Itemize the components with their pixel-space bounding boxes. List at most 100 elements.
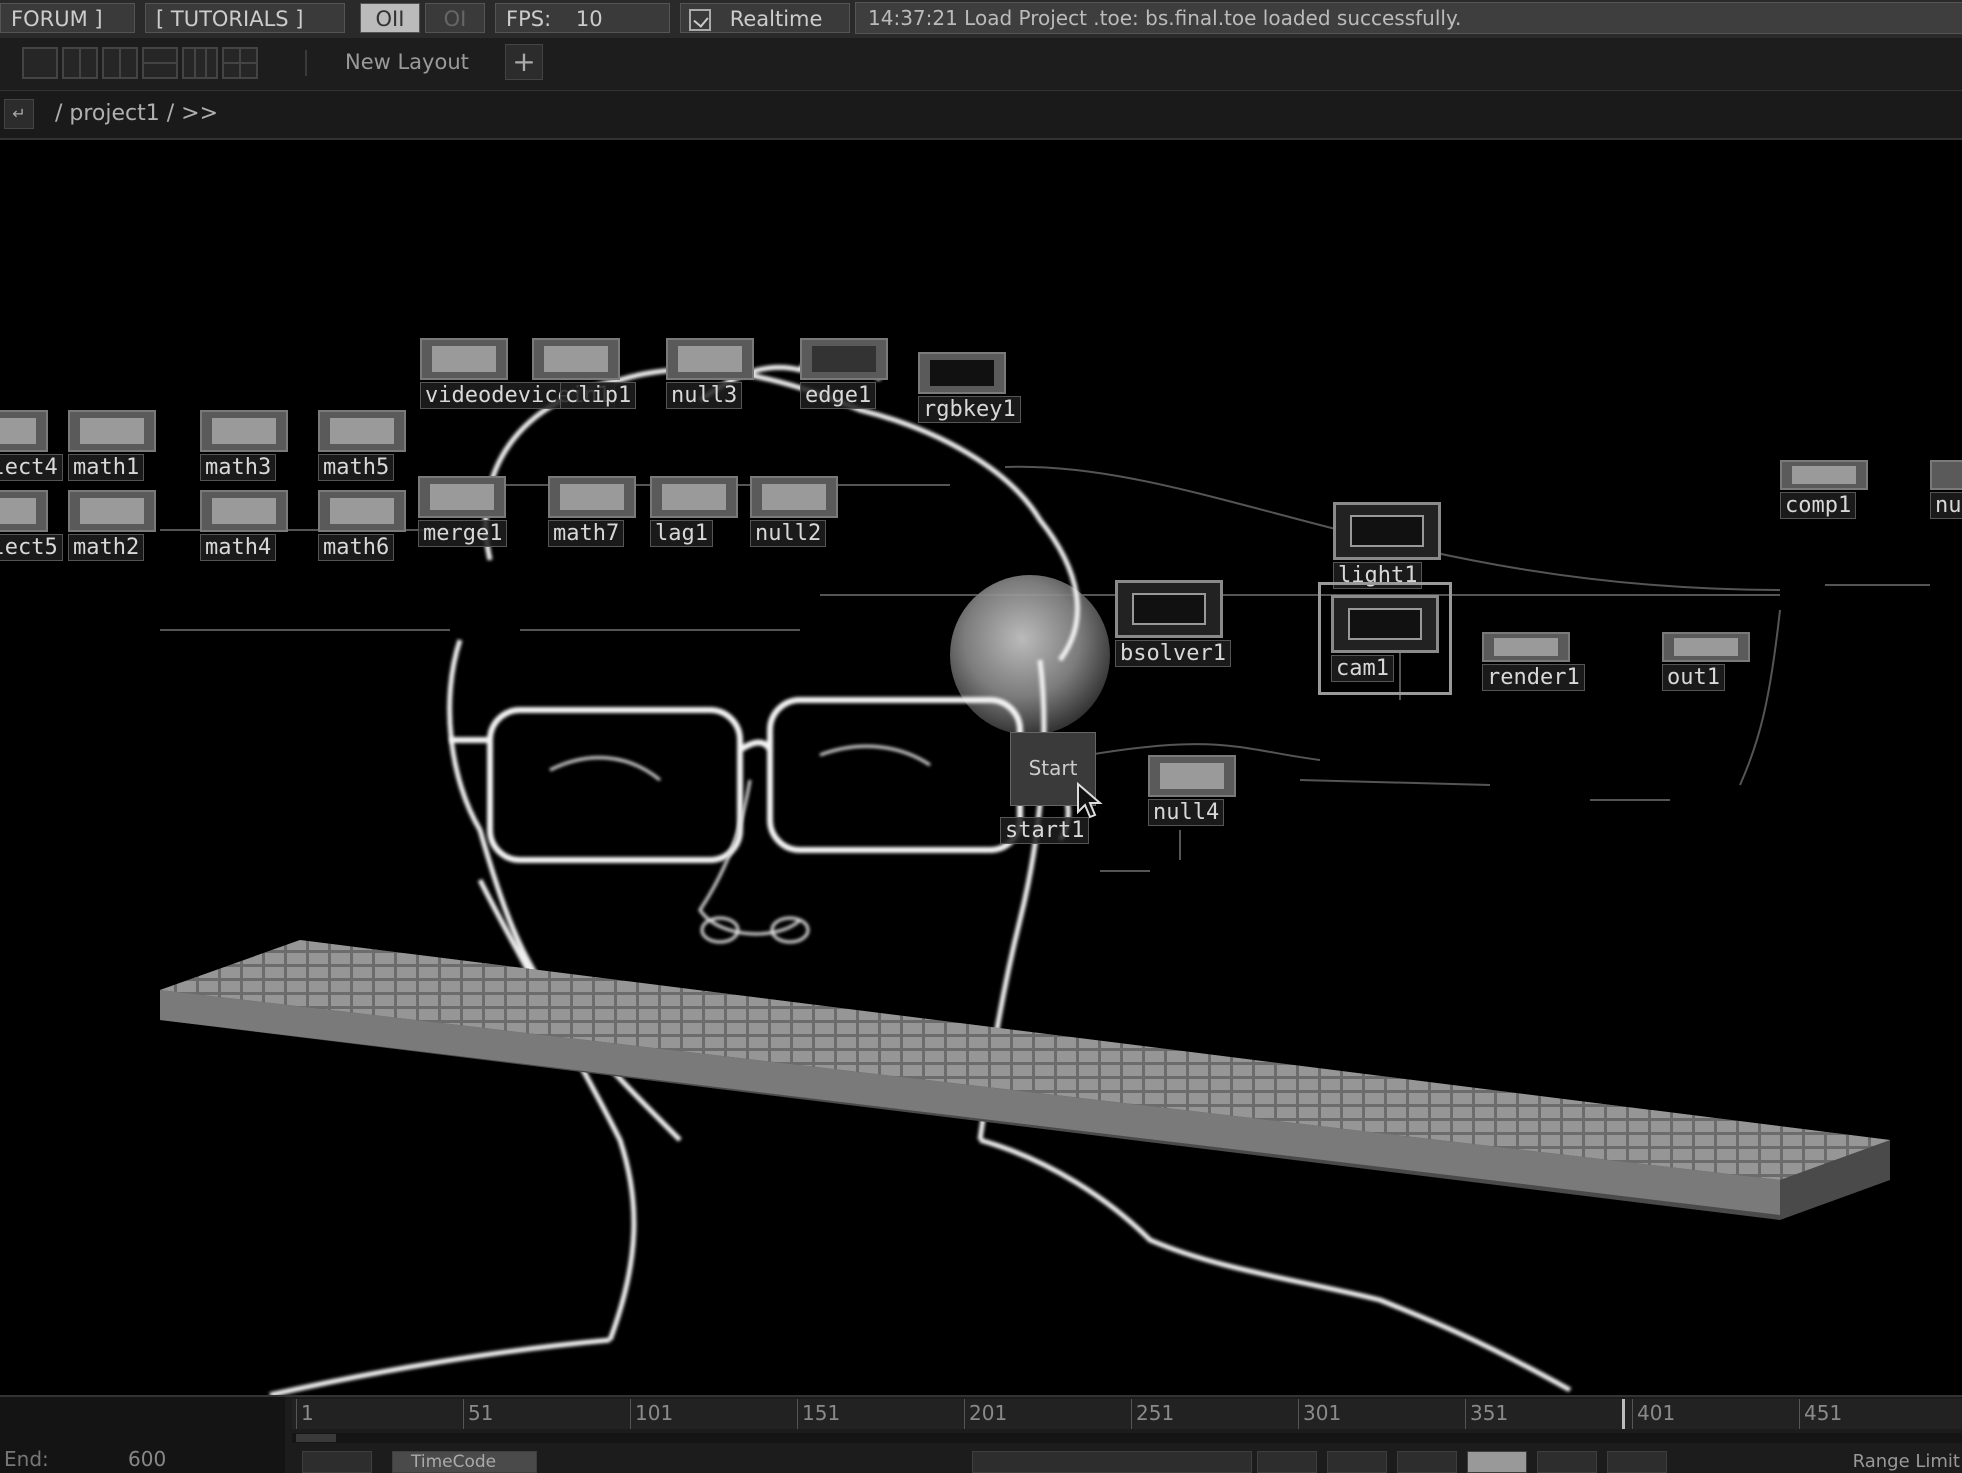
sphere-render	[950, 575, 1110, 735]
node-label: math1	[68, 454, 145, 481]
node-math4[interactable]: math4	[200, 490, 288, 561]
ruler-tick: 101	[630, 1399, 673, 1429]
mouse-cursor-icon	[1077, 782, 1103, 819]
ruler-tick: 401	[1632, 1399, 1675, 1429]
node-cam1[interactable]: cam1	[1318, 582, 1452, 695]
node-label: math4	[200, 534, 277, 561]
layout-single-icon[interactable]	[22, 47, 58, 79]
breadcrumb[interactable]: / project1 / >>	[55, 101, 218, 126]
node-label: math7	[548, 520, 625, 547]
timeline-scrollbar[interactable]	[292, 1433, 1962, 1443]
node-comp1[interactable]: comp1	[1780, 460, 1868, 519]
node-label: math6	[318, 534, 395, 561]
node-label: math2	[68, 534, 145, 561]
node-bsolver1[interactable]: bsolver1	[1115, 580, 1231, 667]
end-value[interactable]: 600	[128, 1447, 166, 1471]
add-layout-button[interactable]: +	[505, 44, 543, 80]
node-rgbkey1[interactable]: rgbkey1	[918, 352, 1021, 423]
node-label: math5	[318, 454, 395, 481]
timeline-field[interactable]	[972, 1451, 1252, 1473]
node-math2[interactable]: math2	[68, 490, 156, 561]
scroll-thumb[interactable]	[296, 1434, 336, 1442]
node-label: null3	[666, 382, 743, 409]
ruler-tick: 351	[1465, 1399, 1508, 1429]
node-merge1[interactable]: merge1	[418, 476, 508, 547]
node-label: merge1	[418, 520, 508, 547]
network-path-bar: ↵ / project1 / >>	[0, 91, 1962, 140]
timeline-button[interactable]	[1537, 1451, 1597, 1473]
timeline-button[interactable]	[1607, 1451, 1667, 1473]
node-clip1[interactable]	[532, 338, 620, 380]
range-limit-label[interactable]: Range Limit	[1853, 1451, 1960, 1472]
path-back-button[interactable]: ↵	[4, 99, 34, 129]
node-out1[interactable]: out1	[1662, 632, 1750, 691]
node-label: null4	[1148, 799, 1225, 826]
perform-toggle-off[interactable]: OI	[425, 3, 485, 33]
timeline-button-active[interactable]	[1467, 1451, 1527, 1473]
fps-label: FPS:	[506, 7, 552, 31]
node-label: comp1	[1780, 492, 1857, 519]
timeline-button[interactable]	[1327, 1451, 1387, 1473]
layout-three-column-icon[interactable]	[182, 47, 218, 79]
ruler-tick: 201	[964, 1399, 1007, 1429]
ruler-tick: 301	[1298, 1399, 1341, 1429]
node-label: edge1	[800, 382, 877, 409]
timeline-button[interactable]	[302, 1451, 372, 1473]
top-toolbar: FORUM ] [ TUTORIALS ] OII OI FPS: 10 Rea…	[0, 0, 1962, 39]
timeline-button[interactable]	[1397, 1451, 1457, 1473]
node-select4[interactable]: select4	[0, 410, 63, 481]
realtime-toggle[interactable]: Realtime	[680, 3, 850, 33]
node-clip1-label-holder: clip1	[560, 380, 637, 409]
node-label: render1	[1482, 664, 1585, 691]
layout-grid-icon[interactable]	[222, 47, 258, 79]
node-math3[interactable]: math3	[200, 410, 288, 481]
node-light1[interactable]: light1	[1333, 502, 1441, 589]
keyboard-render	[160, 940, 1890, 1220]
realtime-label: Realtime	[729, 7, 823, 31]
node-math7[interactable]: math7	[548, 476, 636, 547]
node-math1[interactable]: math1	[68, 410, 156, 481]
timeline-settings: End: 600	[0, 1397, 285, 1473]
status-message: 14:37:21 Load Project .toe: bs.final.toe…	[855, 2, 1962, 34]
node-label: rgbkey1	[918, 396, 1021, 423]
timeline-button[interactable]	[1257, 1451, 1317, 1473]
layout-bar: New Layout +	[0, 38, 1962, 91]
timeline-ruler[interactable]: 1 51 101 151 201 251 301 351 401 451	[292, 1399, 1962, 1429]
layout-split-vertical-icon[interactable]	[62, 47, 98, 79]
node-null2[interactable]: null2	[750, 476, 838, 547]
node-label: clip1	[560, 382, 637, 409]
ruler-tick: 1	[296, 1399, 314, 1429]
fps-value: 10	[575, 7, 603, 31]
node-comp-next[interactable]: nu	[1930, 460, 1962, 519]
node-label: null2	[750, 520, 827, 547]
forum-button[interactable]: FORUM ]	[0, 3, 135, 33]
new-layout-label[interactable]: New Layout	[345, 50, 469, 74]
perform-toggle-on[interactable]: OII	[360, 3, 420, 33]
ruler-tick: 51	[463, 1399, 493, 1429]
timecode-button[interactable]: TimeCode	[392, 1451, 537, 1473]
playhead[interactable]	[1622, 1399, 1625, 1429]
node-math5[interactable]: math5	[318, 410, 406, 481]
layout-split-vertical-2-icon[interactable]	[102, 47, 138, 79]
edge-render-background	[160, 349, 1930, 1395]
timeline: End: 600 1 51 101 151 201 251 301 351 40…	[0, 1395, 1962, 1473]
node-label: out1	[1662, 664, 1725, 691]
end-label: End:	[4, 1447, 49, 1471]
node-label: select5	[0, 534, 63, 561]
realtime-checkbox-icon[interactable]	[689, 9, 711, 31]
node-lag1[interactable]: lag1	[650, 476, 738, 547]
node-null4[interactable]: null4	[1148, 755, 1236, 826]
tutorials-button[interactable]: [ TUTORIALS ]	[145, 3, 345, 33]
node-select5[interactable]: select5	[0, 490, 63, 561]
ruler-tick: 251	[1131, 1399, 1174, 1429]
ruler-tick: 151	[797, 1399, 840, 1429]
node-label: nu	[1930, 492, 1962, 519]
node-null3[interactable]: null3	[666, 338, 754, 409]
node-render1[interactable]: render1	[1482, 632, 1585, 691]
network-canvas[interactable]: videodevicein1 clip1 null3 edge1 rgbkey1…	[0, 140, 1962, 1395]
node-edge1[interactable]: edge1	[800, 338, 888, 409]
node-math6[interactable]: math6	[318, 490, 406, 561]
layout-divider	[305, 50, 307, 76]
fps-display: FPS: 10	[495, 3, 670, 33]
layout-split-horizontal-icon[interactable]	[142, 47, 178, 79]
